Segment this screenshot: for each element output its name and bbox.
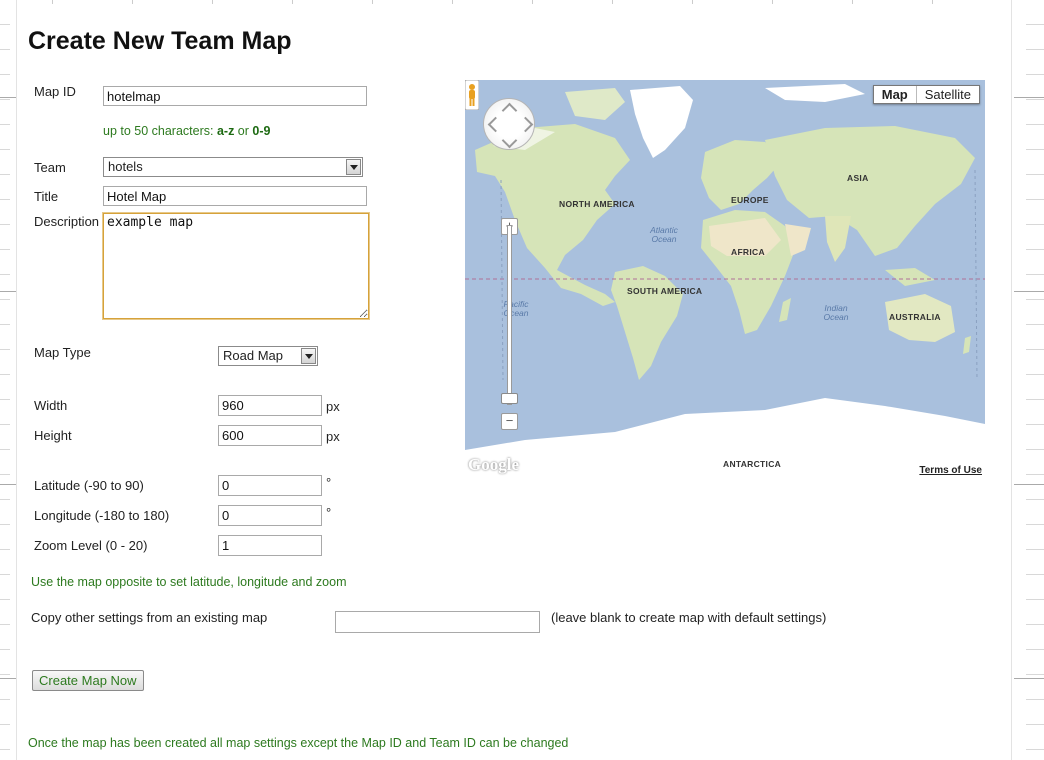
map-preview[interactable]: NORTH AMERICA EUROPE ASIA AFRICA SOUTH A… bbox=[465, 80, 985, 480]
map-label-asia: ASIA bbox=[847, 173, 869, 183]
google-logo: Google bbox=[468, 455, 519, 474]
width-input[interactable] bbox=[218, 395, 322, 416]
description-textarea[interactable]: example map bbox=[102, 212, 370, 320]
map-label-pacific: Pacific Ocean bbox=[503, 299, 529, 318]
map-id-input[interactable] bbox=[103, 86, 367, 106]
team-select[interactable]: hotels bbox=[103, 157, 363, 177]
zoom-input[interactable] bbox=[218, 535, 322, 556]
pan-control-icon[interactable] bbox=[483, 98, 535, 150]
latitude-input[interactable] bbox=[218, 475, 322, 496]
title-label: Title bbox=[34, 189, 59, 204]
map-label-south-america: SOUTH AMERICA bbox=[627, 286, 703, 296]
map-label-australia: AUSTRALIA bbox=[889, 312, 941, 322]
map-type-control: Map Satellite bbox=[872, 85, 980, 104]
description-label: Description bbox=[34, 214, 100, 229]
zoom-out-icon[interactable]: − bbox=[501, 413, 518, 430]
footer-note: Once the map has been created all map se… bbox=[28, 736, 569, 750]
right-ruler bbox=[1011, 0, 1044, 760]
map-label-africa: AFRICA bbox=[731, 247, 765, 257]
latitude-label: Latitude (-90 to 90) bbox=[34, 478, 144, 493]
width-label: Width bbox=[34, 398, 68, 413]
top-ruler bbox=[16, 0, 1012, 4]
world-map-graphic bbox=[465, 80, 985, 480]
page-title: Create New Team Map bbox=[28, 27, 292, 55]
map-type-map-button[interactable]: Map bbox=[873, 86, 916, 103]
zoom-label: Zoom Level (0 - 20) bbox=[34, 538, 148, 553]
map-label-atlantic: Atlantic Ocean bbox=[650, 225, 678, 244]
map-type-label: Map Type bbox=[34, 345, 91, 360]
height-label: Height bbox=[34, 428, 72, 443]
longitude-input[interactable] bbox=[218, 505, 322, 526]
height-input[interactable] bbox=[218, 425, 322, 446]
copy-settings-input[interactable] bbox=[335, 611, 540, 633]
chevron-down-icon[interactable] bbox=[301, 348, 316, 364]
map-label-indian: Indian Ocean bbox=[823, 303, 849, 322]
pegman-icon[interactable] bbox=[465, 80, 479, 110]
create-map-button[interactable]: Create Map Now bbox=[32, 670, 144, 691]
map-type-satellite-button[interactable]: Satellite bbox=[915, 86, 979, 103]
latitude-unit: ° bbox=[326, 475, 332, 490]
map-id-label: Map ID bbox=[34, 84, 76, 99]
team-label: Team bbox=[34, 160, 66, 175]
copy-settings-label: Copy other settings from an existing map bbox=[31, 610, 268, 625]
map-label-europe: EUROPE bbox=[731, 195, 769, 205]
copy-settings-note: (leave blank to create map with default … bbox=[551, 610, 827, 625]
map-type-select[interactable]: Road Map bbox=[218, 346, 318, 366]
zoom-slider-track[interactable] bbox=[507, 225, 512, 405]
left-ruler bbox=[0, 0, 17, 760]
chevron-down-icon[interactable] bbox=[346, 159, 361, 175]
longitude-unit: ° bbox=[326, 505, 332, 520]
map-id-hint: up to 50 characters: a-z or 0-9 bbox=[103, 124, 271, 138]
map-type-select-value: Road Map bbox=[223, 348, 283, 363]
title-input[interactable] bbox=[103, 186, 367, 206]
map-hint: Use the map opposite to set latitude, lo… bbox=[31, 575, 347, 589]
height-unit: px bbox=[326, 429, 340, 444]
team-select-value: hotels bbox=[108, 159, 143, 174]
width-unit: px bbox=[326, 399, 340, 414]
zoom-slider-thumb[interactable] bbox=[501, 393, 518, 404]
longitude-label: Longitude (-180 to 180) bbox=[34, 508, 170, 523]
map-label-north-america: NORTH AMERICA bbox=[559, 199, 635, 209]
map-label-antarctica: ANTARCTICA bbox=[723, 459, 782, 469]
terms-of-use-link[interactable]: Terms of Use bbox=[919, 465, 982, 476]
